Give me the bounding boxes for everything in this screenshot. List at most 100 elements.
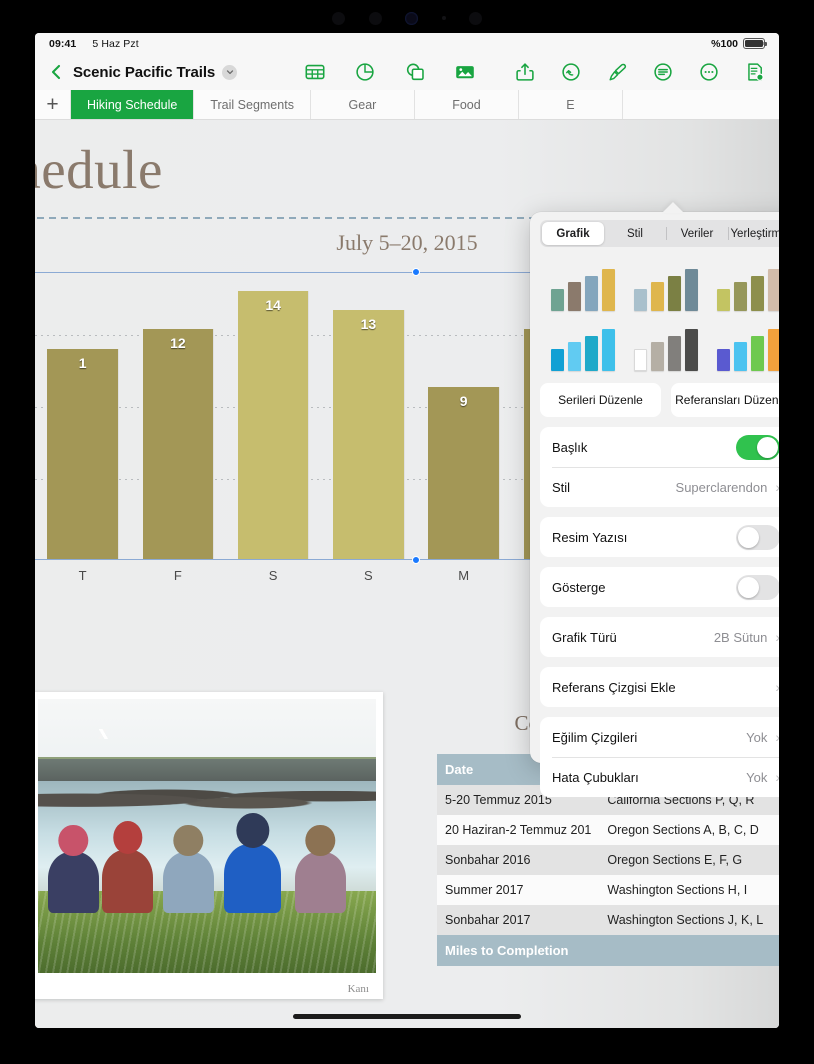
table-cell-segment[interactable]: Oregon Sections E, F, G bbox=[599, 845, 779, 875]
sensor-dot bbox=[469, 11, 482, 25]
row-style-label: Stil bbox=[552, 479, 571, 495]
chart-bar-slot[interactable]: 13 bbox=[321, 272, 416, 559]
segment-yerlestirme[interactable]: Yerleştirme bbox=[728, 222, 779, 245]
document-canvas[interactable]: g Schedule July 5–20, 2015 112141391213 bbox=[35, 120, 779, 1028]
undo-icon[interactable] bbox=[559, 60, 583, 84]
legend-toggle[interactable] bbox=[736, 574, 779, 600]
table-cell-date[interactable]: 20 Haziran-2 Temmuz 201 bbox=[437, 815, 600, 845]
shape-icon[interactable] bbox=[403, 60, 427, 84]
row-title[interactable]: Başlık bbox=[540, 427, 779, 467]
chart-icon[interactable] bbox=[353, 60, 377, 84]
table-row[interactable]: Sonbahar 2017 Washington Sections J, K, L bbox=[437, 905, 779, 935]
row-style-value: Superclarendon bbox=[675, 479, 768, 495]
chart-style-1[interactable] bbox=[544, 259, 623, 311]
document-heading[interactable]: g Schedule bbox=[35, 138, 163, 201]
thumbnail-bar bbox=[585, 335, 599, 371]
row-chart-type[interactable]: Grafik Türü 2B Sütun › bbox=[540, 617, 779, 657]
thumbnail-bar bbox=[750, 335, 764, 371]
chevron-down-icon[interactable] bbox=[222, 64, 238, 80]
chart-style-5[interactable] bbox=[627, 319, 706, 371]
table-row[interactable]: 20 Haziran-2 Temmuz 201 Oregon Sections A… bbox=[437, 815, 779, 845]
document-title[interactable]: Scenic Pacific Trails bbox=[73, 64, 215, 81]
thumbnail-bar bbox=[750, 275, 764, 311]
row-style[interactable]: Stil Superclarendon › bbox=[540, 467, 779, 507]
home-indicator[interactable] bbox=[293, 1014, 521, 1019]
chart-x-label: S bbox=[268, 568, 278, 583]
sensor-dot bbox=[332, 11, 345, 25]
table-row[interactable]: Sonbahar 2016 Oregon Sections E, F, G bbox=[437, 845, 779, 875]
segment-stil[interactable]: Stil bbox=[604, 222, 666, 245]
row-trendlines[interactable]: Eğilim Çizgileri Yok › bbox=[540, 717, 779, 757]
format-brush-icon[interactable] bbox=[605, 60, 629, 84]
chart-bar[interactable]: 14 bbox=[237, 291, 309, 559]
thumbnail-bar bbox=[551, 349, 565, 371]
chart-style-3[interactable] bbox=[709, 259, 779, 311]
thumbnail-bar bbox=[568, 282, 582, 311]
chart-bar-slot[interactable]: 14 bbox=[226, 272, 321, 559]
title-toggle[interactable] bbox=[736, 434, 779, 460]
thumbnail-bar bbox=[767, 269, 779, 311]
chart-style-6[interactable] bbox=[709, 319, 779, 371]
thumbnail-bar bbox=[633, 289, 647, 311]
back-button[interactable] bbox=[47, 63, 65, 81]
photo-card[interactable]: Kanı bbox=[35, 692, 383, 999]
chart-style-2[interactable] bbox=[627, 259, 706, 311]
ipad-device-frame: 09:41 5 Haz Pzt %100 Scenic Pacific Trai… bbox=[0, 0, 814, 1064]
chart-bar-slot[interactable]: 1 bbox=[35, 272, 130, 559]
battery-percent: %100 bbox=[711, 37, 738, 50]
chart-format-popover[interactable]: Grafik Stil Veriler Yerleştirme Serileri… bbox=[530, 212, 779, 797]
photo-sky bbox=[38, 699, 376, 765]
edit-references-button[interactable]: Referansları Düzenle bbox=[671, 383, 779, 417]
row-error-bars[interactable]: Hata Çubukları Yok › bbox=[540, 757, 779, 797]
table-footer-label[interactable]: Miles to Completion bbox=[437, 935, 779, 966]
table-cell-segment[interactable]: Washington Sections H, I bbox=[599, 875, 779, 905]
sheet-tab-gear[interactable]: Gear bbox=[311, 90, 415, 119]
row-add-reference-line[interactable]: Referans Çizgisi Ekle › bbox=[540, 667, 779, 707]
segment-veriler[interactable]: Veriler bbox=[666, 222, 728, 245]
sheet-tab-e[interactable]: E bbox=[519, 90, 623, 119]
chart-bar[interactable]: 1 bbox=[47, 348, 118, 559]
row-chart-type-label: Grafik Türü bbox=[552, 629, 617, 645]
collaborate-icon[interactable] bbox=[743, 60, 767, 84]
row-legend[interactable]: Gösterge bbox=[540, 567, 779, 607]
table-footer-row[interactable]: Miles to Completion bbox=[437, 935, 779, 966]
share-icon[interactable] bbox=[513, 60, 537, 84]
table-icon[interactable] bbox=[303, 60, 327, 84]
chart-bar-slot[interactable]: 12 bbox=[130, 272, 225, 559]
table-cell-date[interactable]: Sonbahar 2016 bbox=[437, 845, 600, 875]
caption-toggle[interactable] bbox=[736, 524, 779, 550]
sheet-tab-hiking-schedule[interactable]: Hiking Schedule bbox=[71, 90, 195, 119]
chart-bar[interactable]: 13 bbox=[333, 310, 404, 559]
table-cell-date[interactable]: Sonbahar 2017 bbox=[437, 905, 600, 935]
chart-bar[interactable]: 12 bbox=[142, 329, 214, 559]
edit-series-button[interactable]: Serileri Düzenle bbox=[540, 383, 661, 417]
more-icon[interactable] bbox=[697, 60, 721, 84]
document-setup-icon[interactable] bbox=[651, 60, 675, 84]
photo-caption[interactable]: Kanı bbox=[348, 983, 369, 995]
selection-handle-top[interactable] bbox=[412, 268, 420, 276]
row-caption[interactable]: Resim Yazısı bbox=[540, 517, 779, 557]
table-cell-date[interactable]: Summer 2017 bbox=[437, 875, 600, 905]
status-date: 5 Haz Pzt bbox=[92, 37, 139, 50]
chart-bar-value-label: 1 bbox=[78, 354, 87, 371]
thumbnail-bar bbox=[633, 349, 647, 371]
chart-bar-slot[interactable]: 9 bbox=[416, 272, 511, 559]
camera-housing bbox=[332, 9, 482, 27]
table-cell-segment[interactable]: Oregon Sections A, B, C, D bbox=[599, 815, 779, 845]
row-chart-type-value: 2B Sütun bbox=[713, 629, 768, 645]
caption-group: Resim Yazısı bbox=[540, 517, 779, 557]
table-row[interactable]: Summer 2017 Washington Sections H, I bbox=[437, 875, 779, 905]
chart-style-4[interactable] bbox=[544, 319, 623, 371]
sheet-tab-trail-segments[interactable]: Trail Segments bbox=[194, 90, 311, 119]
add-sheet-button[interactable]: + bbox=[35, 90, 71, 119]
selection-handle-bottom[interactable] bbox=[412, 556, 420, 564]
table-cell-segment[interactable]: Washington Sections J, K, L bbox=[599, 905, 779, 935]
trail-photo bbox=[38, 699, 376, 973]
sheet-tab-food[interactable]: Food bbox=[415, 90, 519, 119]
segment-grafik[interactable]: Grafik bbox=[542, 222, 604, 245]
chart-bar[interactable]: 9 bbox=[428, 386, 499, 559]
battery-icon bbox=[743, 38, 768, 49]
thumbnail-bar bbox=[667, 275, 681, 311]
row-error-bars-value: Yok bbox=[746, 769, 768, 785]
media-icon[interactable] bbox=[453, 60, 477, 84]
